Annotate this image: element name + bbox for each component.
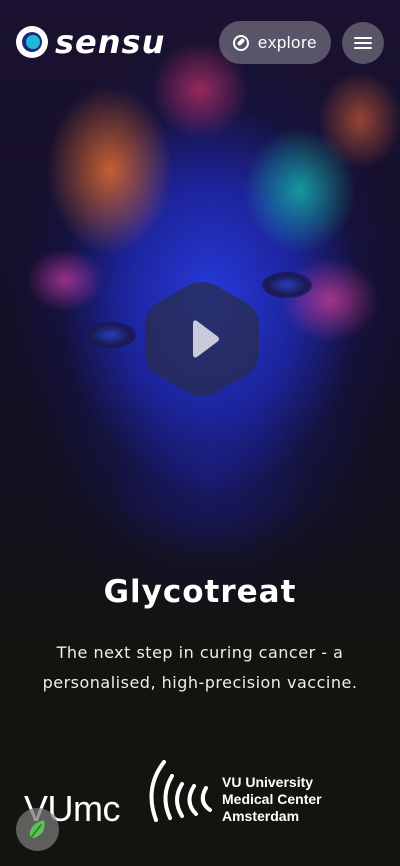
vumc-name-line-2: Medical Center bbox=[222, 791, 322, 807]
partner-logo-vumc: VUmc VU University Medical Center Amster… bbox=[24, 758, 384, 838]
hero-eye-left bbox=[86, 322, 136, 348]
menu-button[interactable] bbox=[342, 22, 384, 64]
subtitle-line-2: personalised, high-precision vaccine. bbox=[42, 673, 358, 692]
page-subtitle: The next step in curing cancer - a perso… bbox=[30, 638, 370, 698]
compass-icon bbox=[232, 34, 249, 51]
subtitle-line-1: The next step in curing cancer - a bbox=[56, 643, 344, 662]
play-icon bbox=[145, 282, 259, 396]
eco-leaf-button[interactable] bbox=[16, 808, 59, 851]
page-title: Glycotreat bbox=[103, 574, 297, 610]
brand-name: sensu bbox=[55, 23, 166, 61]
explore-label: explore bbox=[257, 32, 318, 52]
vumc-institution-name: VU University Medical Center Amsterdam bbox=[222, 774, 322, 825]
vumc-wave-icon bbox=[149, 760, 212, 822]
hamburger-icon-line-middle bbox=[354, 42, 372, 44]
vumc-name-line-1: VU University bbox=[222, 774, 314, 790]
brand-logo-mark bbox=[16, 26, 48, 58]
play-video-button[interactable] bbox=[143, 280, 261, 398]
hamburger-icon-line-top bbox=[354, 37, 372, 39]
hero-background bbox=[0, 0, 400, 866]
site-header: sensu explore bbox=[0, 0, 400, 86]
hero-eye-right bbox=[262, 272, 312, 298]
explore-button[interactable]: explore bbox=[219, 21, 331, 64]
hamburger-icon-line-bottom bbox=[354, 47, 372, 49]
vumc-name-line-3: Amsterdam bbox=[222, 808, 300, 824]
brand-logo[interactable]: sensu bbox=[16, 26, 165, 58]
leaf-icon bbox=[29, 820, 45, 840]
